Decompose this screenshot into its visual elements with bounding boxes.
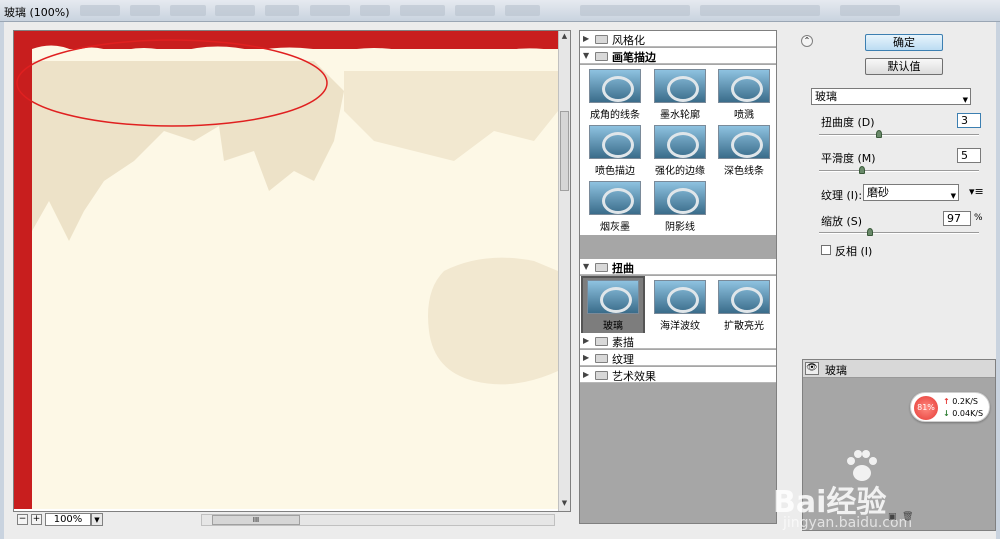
filter-thumb[interactable]: 喷色描边 [583, 123, 647, 179]
distortion-slider[interactable] [819, 130, 979, 138]
preview-zoom-bar: − + 100% ▼ III [13, 512, 571, 528]
filter-thumb[interactable]: 扩散亮光 [712, 278, 776, 334]
texture-label: 纹理 (I): [821, 189, 863, 202]
filter-thumb[interactable]: 喷溅 [712, 67, 776, 123]
scaling-label: 缩放 (S) [821, 215, 863, 228]
collapse-triangle-icon[interactable]: ▼ [583, 51, 589, 60]
window-title: 玻璃 (100%) [4, 6, 70, 19]
texture-menu-icon[interactable]: ▾≡ [969, 185, 984, 198]
download-arrow-icon: ↓ [943, 409, 950, 418]
distortion-slider-knob[interactable] [876, 130, 882, 138]
title-bar: 玻璃 (100%) [0, 0, 1000, 22]
horizontal-scroll-thumb[interactable]: III [212, 515, 300, 525]
category-texture[interactable]: ▶ 纹理 [580, 350, 776, 366]
ok-button[interactable]: 确定 [865, 34, 943, 51]
preview-vertical-scrollbar[interactable]: ▲ ▼ [558, 31, 570, 511]
preview-image [14, 31, 558, 509]
zoom-level-field[interactable]: 100% [45, 513, 91, 526]
smoothness-label: 平滑度 (M) [821, 152, 876, 165]
filter-preview-thumbnail [589, 181, 641, 215]
expand-triangle-icon[interactable]: ▶ [583, 353, 589, 362]
filter-preview-thumbnail [589, 125, 641, 159]
folder-icon [595, 52, 608, 61]
filter-thumb[interactable]: 墨水轮廓 [648, 67, 712, 123]
expand-triangle-icon[interactable]: ▶ [583, 370, 589, 379]
category-brush-strokes[interactable]: ▼ 画笔描边 [580, 48, 776, 64]
filter-thumb[interactable]: 成角的线条 [583, 67, 647, 123]
filter-thumb[interactable]: 深色线条 [712, 123, 776, 179]
folder-icon [595, 263, 608, 272]
folder-icon [595, 337, 608, 346]
filter-thumb[interactable]: 烟灰墨 [583, 179, 647, 235]
scaling-input[interactable]: 97 [943, 211, 971, 226]
category-stylize[interactable]: ▶ 风格化 [580, 31, 776, 47]
filter-thumb[interactable]: 强化的边缘 [648, 123, 712, 179]
filter-preview-thumbnail [654, 181, 706, 215]
invert-checkbox[interactable] [821, 245, 831, 255]
zoom-dropdown-icon[interactable]: ▼ [91, 513, 103, 526]
folder-icon [595, 354, 608, 363]
filter-gallery-window: ▲ ▼ − + 100% ▼ III ▶ 风格化 ▼ 画笔描边 成角的线条 墨水… [0, 22, 1000, 539]
upload-arrow-icon: ↑ [943, 397, 950, 406]
scroll-down-icon[interactable]: ▼ [559, 498, 570, 509]
distortion-input[interactable]: 3 [957, 113, 981, 128]
scaling-slider-knob[interactable] [867, 228, 873, 236]
eye-icon[interactable]: 👁 [805, 362, 819, 375]
invert-label: 反相 (I) [835, 245, 873, 258]
filter-preview-thumbnail [589, 69, 641, 103]
filter-preview-thumbnail [654, 69, 706, 103]
texture-select[interactable]: 磨砂 ▼ [863, 184, 959, 201]
brush-strokes-thumbnails: 成角的线条 墨水轮廓 喷溅 喷色描边 强化的边缘 深色线条 烟灰墨 阴影线 [580, 65, 776, 235]
network-speed-widget: 81% ↑ 0.2K/S ↓ 0.04K/S [910, 392, 990, 422]
smoothness-input[interactable]: 5 [957, 148, 981, 163]
filter-preview-thumbnail [718, 125, 770, 159]
expand-triangle-icon[interactable]: ▶ [583, 34, 589, 43]
filter-thumb-selected[interactable]: 玻璃 [581, 276, 645, 336]
filter-gallery-list: ▶ 风格化 ▼ 画笔描边 成角的线条 墨水轮廓 喷溅 喷色描边 强化的边缘 深色… [579, 30, 777, 524]
filter-preview-thumbnail [718, 69, 770, 103]
effect-layer-row[interactable]: 👁 玻璃 [803, 360, 995, 378]
new-layer-icon[interactable]: ▣ [888, 512, 897, 522]
scaling-slider[interactable] [819, 228, 979, 236]
dropdown-arrow-icon: ▼ [950, 192, 956, 200]
distort-thumbnails: 玻璃 海洋波纹 扩散亮光 [580, 276, 776, 336]
settings-column: ⌃ 确定 默认值 玻璃 ▼ 扭曲度 (D) 3 平滑度 (M) 5 纹理 (I)… [773, 30, 996, 531]
scroll-up-icon[interactable]: ▲ [559, 31, 570, 42]
category-artistic[interactable]: ▶ 艺术效果 [580, 367, 776, 383]
folder-icon [595, 371, 608, 380]
chevron-up-icon[interactable]: ⌃ [801, 35, 813, 47]
default-button[interactable]: 默认值 [865, 58, 943, 75]
expand-triangle-icon[interactable]: ▶ [583, 336, 589, 345]
filter-preview-thumbnail [587, 280, 639, 314]
vertical-scroll-thumb[interactable] [560, 111, 569, 191]
preview-horizontal-scrollbar[interactable]: III [201, 514, 555, 526]
filter-preview-thumbnail [654, 280, 706, 314]
filter-preview-thumbnail [718, 280, 770, 314]
collapse-triangle-icon[interactable]: ▼ [583, 262, 589, 271]
smoothness-slider[interactable] [819, 166, 979, 174]
distortion-label: 扭曲度 (D) [821, 116, 875, 129]
filter-preview-thumbnail [654, 125, 706, 159]
smoothness-slider-knob[interactable] [859, 166, 865, 174]
filter-thumb[interactable]: 海洋波纹 [648, 278, 712, 334]
effect-layers-panel: 👁 玻璃 81% ↑ 0.2K/S ↓ 0.04K/S Bai经验 jingya… [773, 359, 996, 531]
filter-select[interactable]: 玻璃 ▼ [811, 88, 971, 105]
category-sketch[interactable]: ▶ 素描 [580, 333, 776, 349]
zoom-in-button[interactable]: + [31, 514, 42, 525]
delete-layer-icon[interactable]: 🗑 [902, 512, 913, 522]
percent-unit: % [974, 213, 983, 223]
dropdown-arrow-icon: ▼ [962, 96, 968, 104]
filter-thumb[interactable]: 阴影线 [648, 179, 712, 235]
category-distort[interactable]: ▼ 扭曲 [580, 259, 776, 275]
zoom-out-button[interactable]: − [17, 514, 28, 525]
preview-canvas[interactable] [14, 31, 558, 509]
folder-icon [595, 35, 608, 44]
preview-pane[interactable]: ▲ ▼ [13, 30, 571, 512]
speed-percent-badge: 81% [914, 396, 938, 420]
filter-options-panel: 扭曲度 (D) 3 平滑度 (M) 5 纹理 (I): 磨砂 ▼ ▾≡ 缩放 (… [811, 110, 987, 260]
